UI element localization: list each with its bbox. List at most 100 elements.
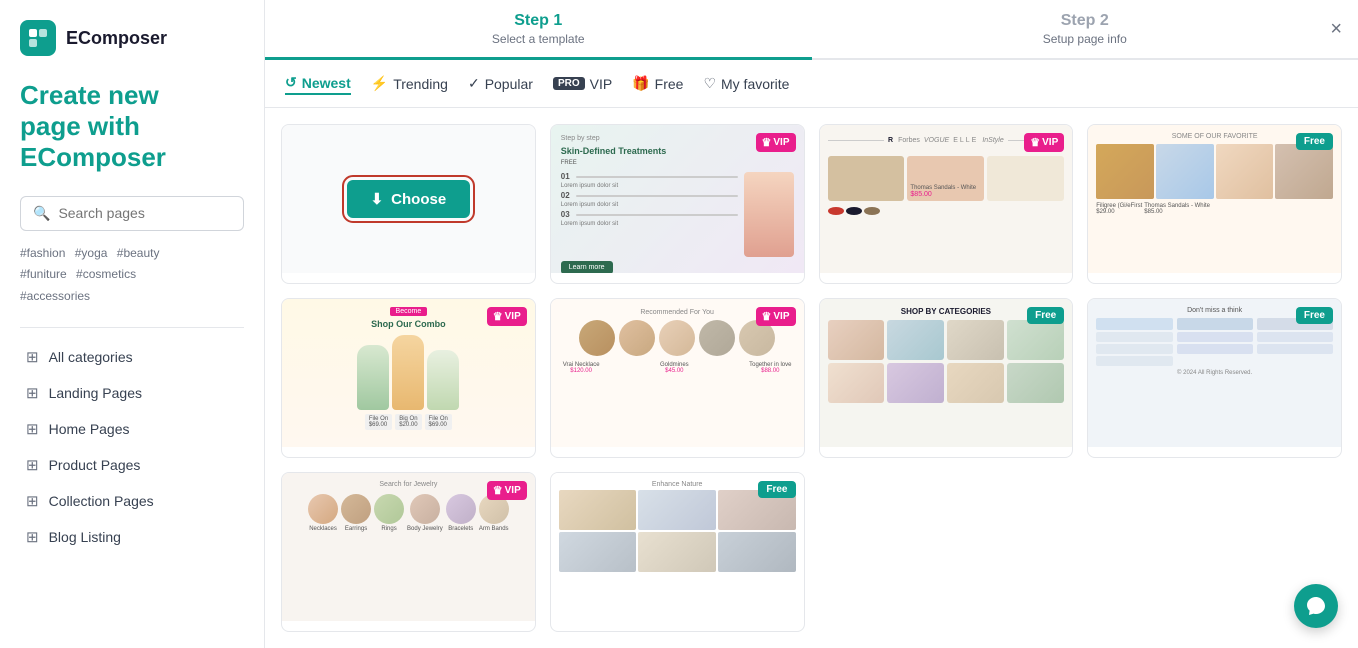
filter-free[interactable]: 🎁 Free [632, 73, 683, 94]
collection-thumb: Don't miss a think [1088, 299, 1341, 447]
newest-icon: ↺ [285, 74, 297, 91]
nav-label: Landing Pages [49, 385, 142, 401]
handmade-home2-thumb: SHOP BY CATEGORIES Free [820, 299, 1073, 447]
logo-icon [20, 20, 56, 56]
filter-label: Free [655, 76, 684, 92]
nav-label: Product Pages [49, 457, 141, 473]
nav-divider [20, 327, 244, 328]
favorite-icon[interactable]: ♡ [1046, 283, 1060, 284]
filter-my-favorite[interactable]: ♡ My favorite [703, 73, 789, 94]
free-badge: Free [1296, 133, 1333, 150]
template-card-skincare-banner1[interactable]: Step by step Skin-Defined Treatments FRE… [550, 124, 805, 284]
template-card-skincare2[interactable]: Become Shop Our Combo File On$69.00 Big … [281, 298, 536, 458]
card-footer: Handmade home Product... ♡ [820, 447, 1073, 458]
handmade2-thumb: Recommended For You Vrai Necklace$120.00… [551, 299, 804, 447]
free-badge: Free [758, 481, 795, 498]
template-card-shop-categories[interactable]: Enhance Nature Free Shop Categories ♡ [550, 472, 805, 632]
favorite-icon[interactable]: ♡ [777, 457, 791, 458]
template-card-handmade-home2[interactable]: SHOP BY CATEGORIES Free [819, 298, 1074, 458]
template-card-jewelry[interactable]: Search for Jewelry Necklaces Earrings [281, 472, 536, 632]
step2-sub: Setup page info [1043, 32, 1127, 46]
grid-icon: ⊞ [26, 528, 39, 546]
filter-label: My favorite [721, 76, 789, 92]
filter-bar: ↺ Newest ⚡ Trending ✓ Popular PRO VIP 🎁 … [265, 60, 1358, 108]
card-footer: Collection Free ♡ [1088, 447, 1341, 458]
grid-icon: ⊞ [26, 348, 39, 366]
filter-trending[interactable]: ⚡ Trending [371, 73, 448, 94]
shop-categories-thumb: Enhance Nature Free [551, 473, 804, 621]
free-badge: Free [1296, 307, 1333, 324]
favorite-icon[interactable]: ♡ [777, 631, 791, 632]
sidebar-item-home-pages[interactable]: ⊞ Home Pages [20, 412, 244, 446]
step2-label: Step 2 [1061, 12, 1109, 30]
step2-tab[interactable]: Step 2 Setup page info [812, 0, 1358, 58]
logo-area: EComposer [20, 20, 244, 56]
grid-icon: ⊞ [26, 384, 39, 402]
nav-label: Blog Listing [49, 529, 121, 545]
card-footer: Handmade home Product... ♡ [1088, 273, 1341, 284]
popular-icon: ✓ [468, 75, 480, 92]
favorite-icon[interactable]: ♡ [508, 283, 522, 284]
sidebar-item-collection-pages[interactable]: ⊞ Collection Pages [20, 484, 244, 518]
sidebar-item-product-pages[interactable]: ⊞ Product Pages [20, 448, 244, 482]
card-footer: Shop Categories ♡ [551, 621, 804, 632]
filter-label: VIP [590, 76, 613, 92]
favorite-icon[interactable]: ♡ [1315, 283, 1329, 284]
template-card-collection-free[interactable]: Don't miss a think [1087, 298, 1342, 458]
card-footer: Skincare Product Our Co... ♡ [282, 447, 535, 458]
template-card-handmade-home[interactable]: SOME OF OUR FAVORITE Filigree (Gi/eFirst… [1087, 124, 1342, 284]
search-box[interactable]: 🔍 [20, 196, 244, 231]
grid-icon: ⊞ [26, 492, 39, 510]
step1-tab[interactable]: Step 1 Select a template [265, 0, 812, 60]
favorite-icon[interactable]: ♡ [508, 631, 522, 632]
free-badge: Free [1027, 307, 1064, 324]
card-footer: Jewelry Categories ♡ [282, 621, 535, 632]
card-footer: Handmade2 brand ♡ [820, 273, 1073, 284]
favorite-icon[interactable]: ♡ [1315, 457, 1329, 458]
search-icon: 🔍 [33, 205, 50, 222]
chat-button[interactable] [1294, 584, 1338, 628]
vip-badge: ♛ VIP [756, 307, 796, 326]
nav-label: Home Pages [49, 421, 130, 437]
filter-newest[interactable]: ↺ Newest [285, 72, 351, 95]
vip-badge: ♛ VIP [1024, 133, 1064, 152]
steps-header: Step 1 Select a template Step 2 Setup pa… [265, 0, 1358, 60]
step1-label: Step 1 [514, 12, 562, 30]
skincare1-thumb: Step by step Skin-Defined Treatments FRE… [551, 125, 804, 273]
sidebar-item-landing-pages[interactable]: ⊞ Landing Pages [20, 376, 244, 410]
tags-area: #fashion #yoga #beauty #funiture #cosmet… [20, 243, 244, 308]
favorite-icon[interactable]: ♡ [777, 283, 791, 284]
template-card-blank[interactable]: ⬇ Choose Blank Template ♡ [281, 124, 536, 284]
choose-button[interactable]: ⬇ Choose [347, 180, 471, 218]
card-footer: Blank Template ♡ [282, 273, 535, 284]
gift-icon: 🎁 [632, 75, 649, 92]
nav-label: All categories [49, 349, 133, 365]
search-input[interactable] [58, 205, 231, 221]
filter-vip[interactable]: PRO VIP [553, 74, 612, 94]
favorite-icon[interactable]: ♡ [508, 457, 522, 458]
template-card-handmade2-brand[interactable]: R Forbes VOGUE ELLE InStyle Thomas Sanda… [819, 124, 1074, 284]
vip-badge: ♛ VIP [756, 133, 796, 152]
sidebar-item-blog-listing[interactable]: ⊞ Blog Listing [20, 520, 244, 554]
logo-text: EComposer [66, 28, 167, 49]
download-icon: ⬇ [371, 190, 384, 208]
handmade1-thumb: R Forbes VOGUE ELLE InStyle Thomas Sanda… [820, 125, 1073, 273]
sidebar: EComposer Create new page with EComposer… [0, 0, 265, 648]
step1-sub: Select a template [492, 32, 585, 46]
jewelry-thumb: Search for Jewelry Necklaces Earrings [282, 473, 535, 621]
filter-label: Popular [485, 76, 533, 92]
blank-thumb: ⬇ Choose [282, 125, 535, 273]
filter-popular[interactable]: ✓ Popular [468, 73, 533, 94]
sidebar-item-all-categories[interactable]: ⊞ All categories [20, 340, 244, 374]
handmade-home-thumb: SOME OF OUR FAVORITE Filigree (Gi/eFirst… [1088, 125, 1341, 273]
template-card-handmade2-product[interactable]: Recommended For You Vrai Necklace$120.00… [550, 298, 805, 458]
grid-icon: ⊞ [26, 456, 39, 474]
main-content: Step 1 Select a template Step 2 Setup pa… [265, 0, 1358, 648]
vip-badge: ♛ VIP [487, 307, 527, 326]
headline: Create new page with EComposer [20, 80, 244, 174]
favorite-icon[interactable]: ♡ [1046, 457, 1060, 458]
close-button[interactable]: × [1330, 19, 1342, 39]
filter-label: Trending [393, 76, 448, 92]
heart-icon: ♡ [703, 75, 716, 92]
card-footer: Handmade2 Product ♡ [551, 447, 804, 458]
